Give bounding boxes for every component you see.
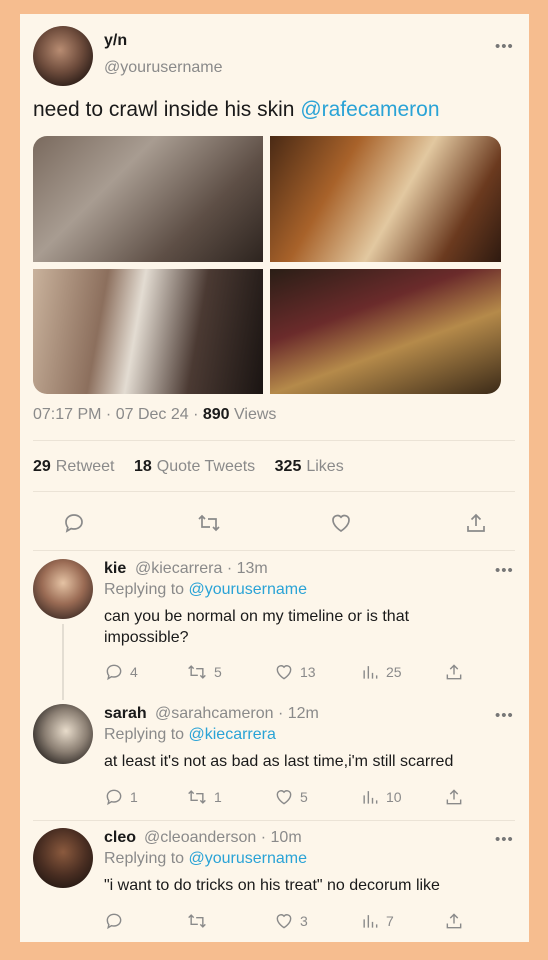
media-image-4[interactable] [270,269,501,394]
divider [33,491,515,492]
username[interactable]: @yourusername [104,59,223,77]
thread-line [62,624,64,700]
like-button[interactable]: 5 [274,787,308,807]
replying-to: Replying to @yourusername [104,581,308,598]
replying-to: Replying to @yourusername [104,850,308,867]
share-button[interactable] [444,911,464,931]
replying-to: Replying to @kiecarrera [104,726,276,743]
reply-meta[interactable]: @cleoanderson · 10m [144,829,302,847]
avatar[interactable] [33,704,93,764]
mention-link[interactable]: @rafecameron [300,98,439,121]
likes-stat[interactable]: 325 Likes [275,458,344,475]
like-button[interactable]: 13 [274,662,316,682]
reply-text-line: at least it's not as bad as last time,i'… [104,753,454,770]
more-icon[interactable]: ••• [495,562,514,579]
like-icon [332,514,350,532]
reply-icon [106,913,122,930]
replying-to-link[interactable]: @yourusername [189,581,308,598]
divider [33,820,515,821]
reply-text-line: "i want to do tricks on his treat" no de… [104,877,440,894]
views-button[interactable]: 7 [360,911,394,931]
retweet-icon [188,790,206,804]
reply-button[interactable]: 1 [104,787,138,807]
reply-text-line: impossible? [104,629,189,646]
share-button[interactable] [444,787,464,807]
reply-name[interactable]: cleo [104,829,136,847]
quotes-stat[interactable]: 18 Quote Tweets [134,458,255,475]
divider [33,440,515,441]
retweet-button[interactable] [196,511,222,535]
share-icon [446,913,462,929]
media-image-2[interactable] [270,136,501,262]
like-button[interactable] [329,511,353,535]
retweet-button[interactable] [186,911,208,931]
share-icon [467,513,485,532]
reply-button[interactable] [104,911,124,931]
divider [33,550,515,551]
replying-to-link[interactable]: @yourusername [189,850,308,867]
tweet-card: y/n @yourusername ••• need to crawl insi… [20,14,529,942]
like-icon [276,790,292,805]
share-icon [446,664,462,680]
more-icon[interactable]: ••• [495,38,514,55]
retweet-icon [198,514,220,532]
avatar[interactable] [33,828,93,888]
tweet-text: need to crawl inside his skin @rafecamer… [33,98,440,122]
reply-meta[interactable]: @kiecarrera · 13m [135,560,268,578]
avatar[interactable] [33,26,93,86]
views-button[interactable]: 10 [360,787,402,807]
retweet-icon [188,914,206,928]
share-button[interactable] [464,511,488,535]
views-button[interactable]: 25 [360,662,402,682]
views-icon [363,915,378,928]
like-icon [276,914,292,929]
timestamp: 07:17 PM · 07 Dec 24 · [33,406,203,423]
retweets-stat[interactable]: 29 Retweet [33,458,115,475]
like-button[interactable]: 3 [274,911,308,931]
reply-meta[interactable]: @sarahcameron · 12m [155,705,319,723]
reply-icon [106,789,122,806]
avatar[interactable] [33,559,93,619]
tweet-body: need to crawl inside his skin [33,98,301,121]
views-icon [363,791,378,804]
media-image-1[interactable] [33,136,263,262]
replying-to-link[interactable]: @kiecarrera [189,726,276,743]
reply-button[interactable]: 4 [104,662,138,682]
tweet-stats: 29 Retweet 18 Quote Tweets 325 Likes [33,458,359,476]
reply-icon [106,664,122,681]
views-count: 890 [202,406,230,423]
share-button[interactable] [444,662,464,682]
tweet-meta: 07:17 PM · 07 Dec 24 · 890 Views [33,406,276,424]
reply-name[interactable]: sarah [104,705,147,723]
views-icon [363,666,378,679]
retweet-button[interactable]: 1 [186,787,222,807]
media-image-3[interactable] [33,269,263,394]
views-label: Views [229,406,277,423]
reply-name[interactable]: kie [104,560,126,578]
like-icon [276,665,292,680]
more-icon[interactable]: ••• [495,831,514,848]
display-name[interactable]: y/n [104,32,127,50]
media-grid [33,136,501,394]
reply-button[interactable] [62,511,86,535]
more-icon[interactable]: ••• [495,707,514,724]
share-icon [446,789,462,805]
retweet-button[interactable]: 5 [186,662,222,682]
retweet-icon [188,665,206,679]
reply-text-line: can you be normal on my timeline or is t… [104,608,410,625]
reply-icon [65,514,83,533]
